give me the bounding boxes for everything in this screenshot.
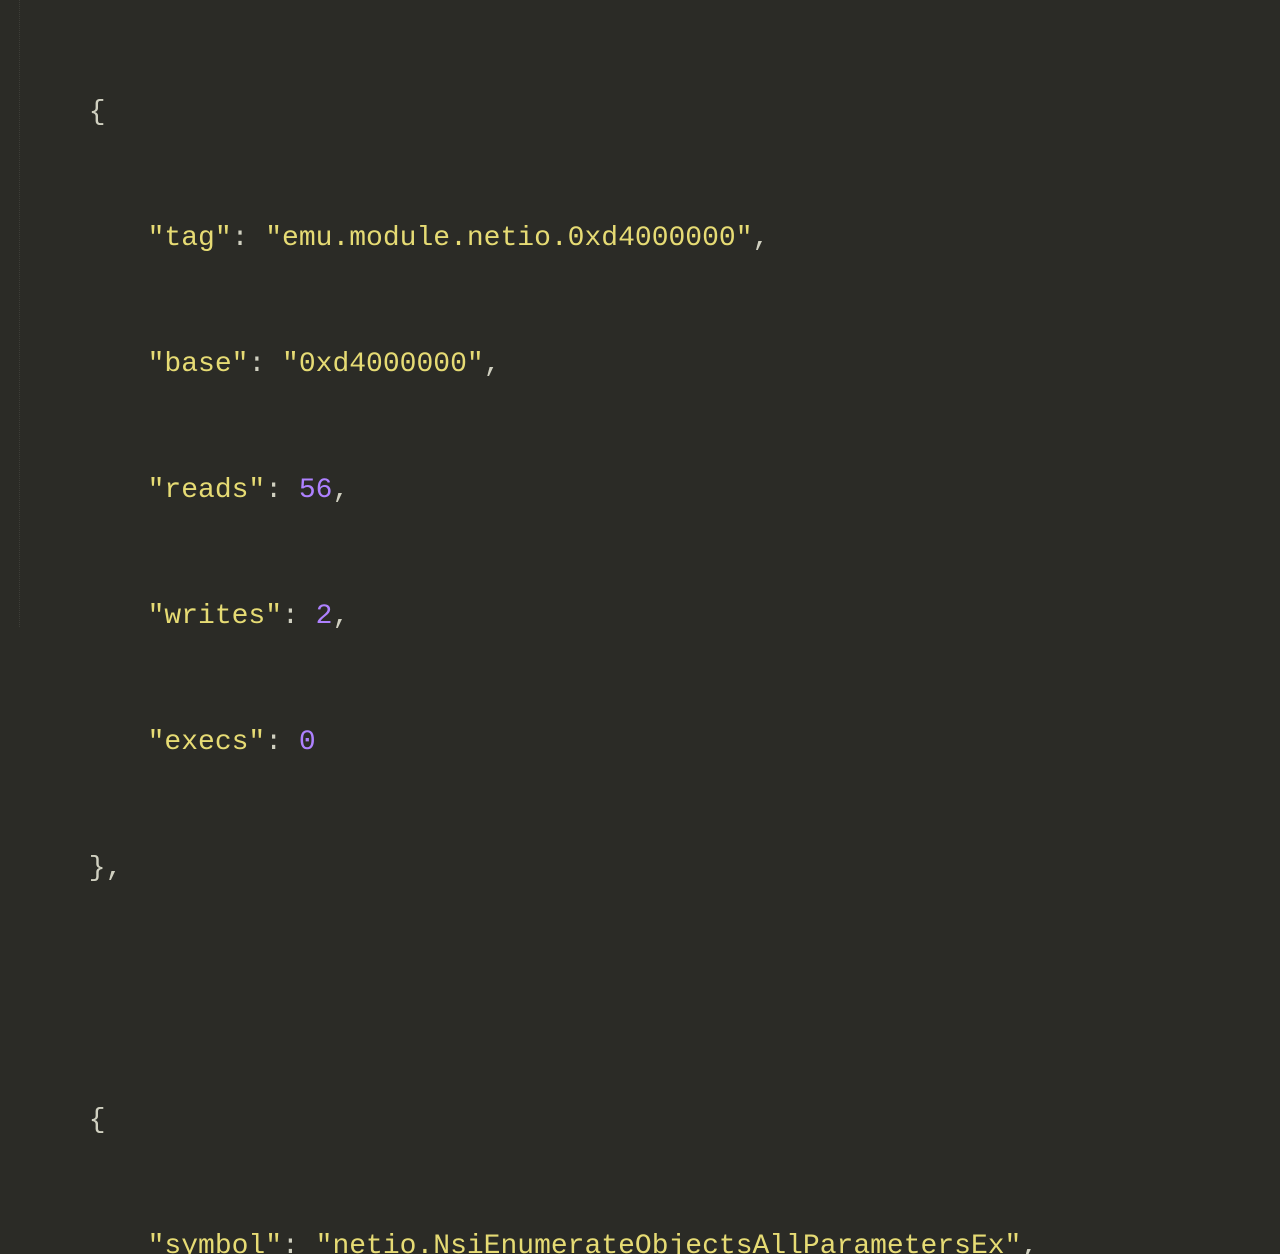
blank-line [30,974,1280,1016]
code-editor[interactable]: { "tag": "emu.module.netio.0xd4000000", … [0,8,1280,1254]
json-close-brace: }, [30,848,1280,890]
editor-gutter [0,0,20,627]
json-property-symbol: "symbol": "netio.NsiEnumerateObjectsAllP… [30,1226,1280,1254]
json-property-execs: "execs": 0 [30,722,1280,764]
json-property-tag: "tag": "emu.module.netio.0xd4000000", [30,218,1280,260]
json-open-brace: { [30,92,1280,134]
json-open-brace: { [30,1100,1280,1142]
json-property-writes: "writes": 2, [30,596,1280,638]
json-property-base: "base": "0xd4000000", [30,344,1280,386]
json-property-reads: "reads": 56, [30,470,1280,512]
